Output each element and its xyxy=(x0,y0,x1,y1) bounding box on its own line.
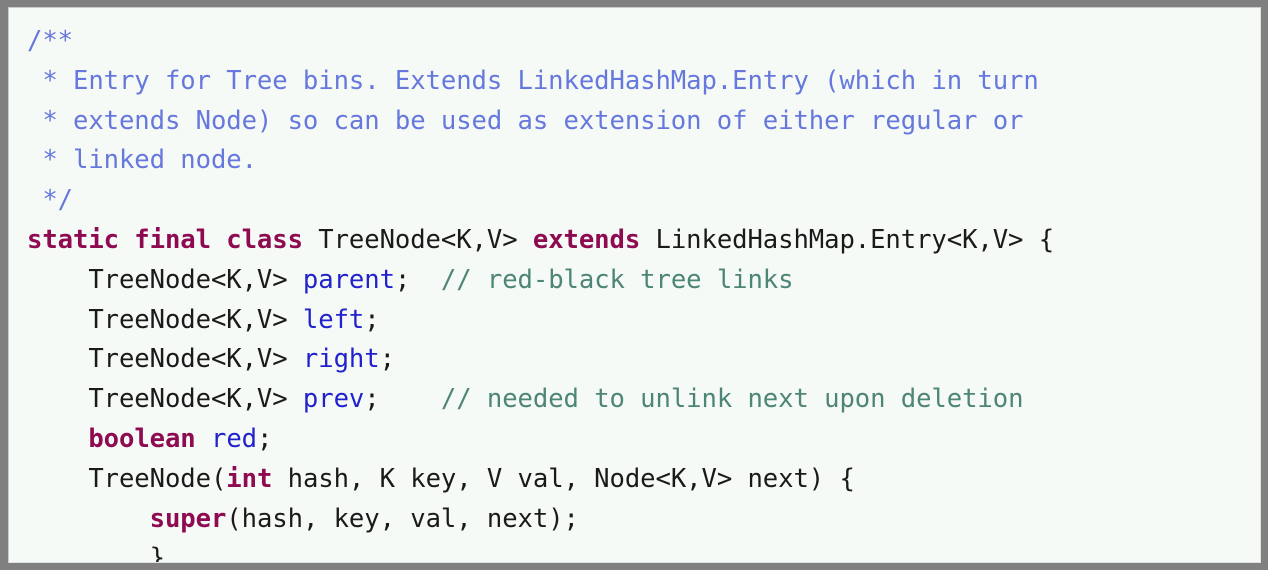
code-token-doc: */ xyxy=(27,185,73,216)
code-line: boolean red; xyxy=(9,420,1260,460)
code-token-comment: // red-black tree links xyxy=(440,264,794,295)
code-token-plain: ; xyxy=(364,384,441,415)
code-line: super(hash, key, val, next); xyxy=(9,500,1260,540)
code-token-plain: TreeNode<K,V> xyxy=(27,304,303,335)
code-token-plain: LinkedHashMap.Entry<K,V> { xyxy=(640,224,1055,255)
code-line: TreeNode<K,V> parent; // red-black tree … xyxy=(9,261,1260,301)
code-token-keyword: super xyxy=(149,503,227,534)
code-token-plain: TreeNode<K,V> xyxy=(302,224,533,255)
code-token-doc: * Entry for Tree bins. Extends LinkedHas… xyxy=(27,65,1039,96)
code-token-keyword: boolean xyxy=(88,423,196,454)
code-token-keyword: int xyxy=(226,463,273,494)
code-line: } xyxy=(9,539,1260,563)
code-token-plain: ; xyxy=(394,264,441,295)
code-token-doc: /** xyxy=(27,26,73,56)
code-line: * linked node. xyxy=(9,141,1260,181)
code-token-plain: ; xyxy=(256,423,273,454)
code-line: * Entry for Tree bins. Extends LinkedHas… xyxy=(9,62,1260,102)
code-token-plain: TreeNode<K,V> xyxy=(27,384,303,415)
code-token-keyword: static final class xyxy=(27,224,303,255)
code-line: static final class TreeNode<K,V> extends… xyxy=(9,221,1260,261)
code-token-ident: prev xyxy=(302,384,365,415)
code-line: /** xyxy=(9,22,1260,62)
code-token-keyword: extends xyxy=(532,224,641,255)
code-token-plain: TreeNode( xyxy=(27,463,227,494)
code-token-ident: right xyxy=(302,344,380,375)
code-token-ident: red xyxy=(210,423,257,454)
code-token-plain: TreeNode<K,V> xyxy=(27,264,303,295)
code-token-ident: left xyxy=(302,304,365,335)
code-line: * extends Node) so can be used as extens… xyxy=(9,102,1260,142)
code-token-comment: // needed to unlink next upon deletion xyxy=(440,384,1024,415)
code-token-plain: TreeNode<K,V> xyxy=(27,344,303,375)
code-line: TreeNode(int hash, K key, V val, Node<K,… xyxy=(9,460,1260,500)
code-token-doc: * extends Node) so can be used as extens… xyxy=(27,105,1024,136)
code-token-plain: ; xyxy=(364,304,380,335)
code-token-plain: ; xyxy=(379,344,395,375)
code-token-doc: * linked node. xyxy=(27,145,257,176)
code-snippet-screenshot: /** * Entry for Tree bins. Extends Linke… xyxy=(0,0,1268,570)
code-frame: /** * Entry for Tree bins. Extends Linke… xyxy=(8,7,1261,563)
code-token-plain: } xyxy=(27,543,165,563)
code-line: TreeNode<K,V> right; xyxy=(9,340,1260,380)
code-token-plain: (hash, key, val, next); xyxy=(226,503,579,534)
code-line: TreeNode<K,V> prev; // needed to unlink … xyxy=(9,380,1260,420)
code-token-plain: hash, K key, V val, Node<K,V> next) { xyxy=(272,463,855,494)
code-line: */ xyxy=(9,181,1260,221)
code-line: TreeNode<K,V> left; xyxy=(9,301,1260,341)
code-token-ident: parent xyxy=(302,264,395,295)
code-listing: /** * Entry for Tree bins. Extends Linke… xyxy=(9,8,1260,563)
